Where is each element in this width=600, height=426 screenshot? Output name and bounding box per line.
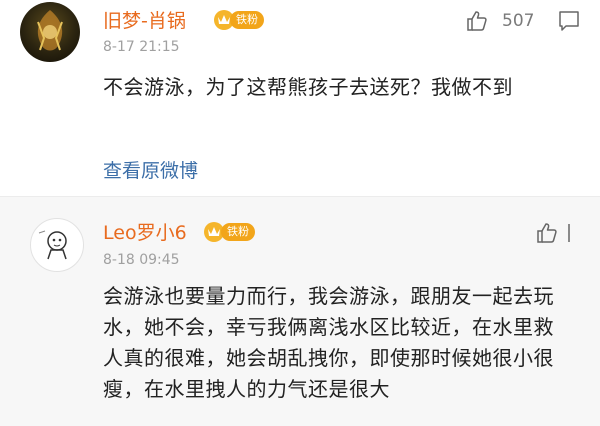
fan-badge: 铁粉 bbox=[221, 223, 255, 241]
comment-text: 不会游泳，为了这帮熊孩子去送死？我做不到 bbox=[103, 75, 513, 99]
thumbs-up-icon[interactable] bbox=[535, 221, 559, 245]
comment-text: 会游泳也要量力而行，我会游泳，跟朋友一起去玩水，她不会，幸亏我俩离浅水区比较近，… bbox=[103, 284, 554, 401]
like-count: 507 bbox=[502, 11, 535, 31]
view-original-link[interactable]: 查看原微博 bbox=[103, 156, 198, 183]
username[interactable]: 旧梦-肖锅 bbox=[103, 6, 186, 33]
comment-icon[interactable] bbox=[557, 9, 581, 33]
comment-timestamp: 8-18 09:45 bbox=[103, 252, 180, 268]
thumbs-up-icon[interactable] bbox=[465, 9, 489, 33]
fan-badge: 铁粉 bbox=[230, 11, 264, 29]
comment-item: 旧梦-肖锅 铁粉 8-17 21:15 507 不会游泳，为了这帮熊孩子去送死？… bbox=[0, 0, 600, 196]
more-options-icon[interactable] bbox=[565, 221, 573, 245]
comment-timestamp: 8-17 21:15 bbox=[103, 39, 180, 55]
avatar[interactable] bbox=[30, 218, 84, 272]
username[interactable]: Leo罗小6 bbox=[103, 218, 187, 245]
avatar[interactable] bbox=[20, 2, 80, 62]
